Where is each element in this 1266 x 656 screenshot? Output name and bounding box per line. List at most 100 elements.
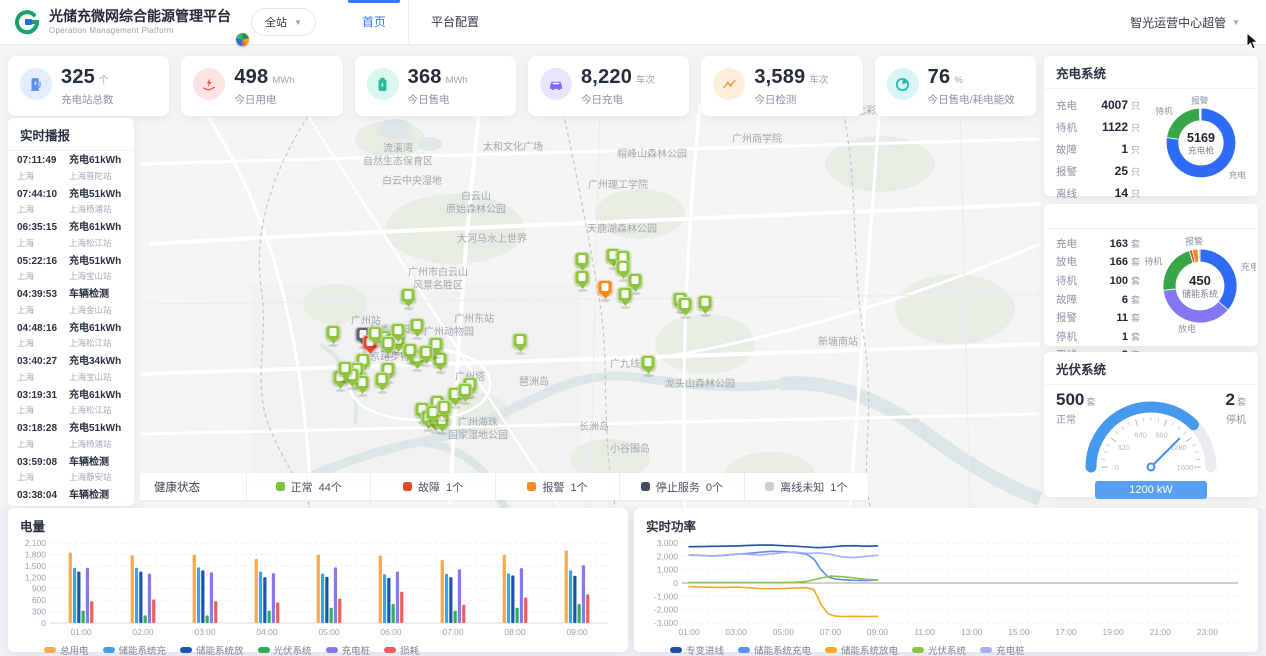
- event-city: 上海: [17, 304, 65, 316]
- legend-swatch-icon: [44, 647, 56, 653]
- station-marker[interactable]: [678, 297, 693, 312]
- kpi-value: 368: [408, 66, 442, 89]
- station-marker[interactable]: [641, 355, 656, 370]
- station-marker[interactable]: [419, 345, 434, 360]
- legend-title: 健康状态: [140, 479, 246, 495]
- kpi-label: 充电站总数: [61, 92, 114, 107]
- charging-pile-icon: [579, 255, 586, 263]
- kpi-label: 今日售电/耗电能效: [928, 92, 1015, 107]
- kpi-value: 325: [61, 66, 95, 89]
- legend-item[interactable]: 储能系统充电: [738, 643, 811, 656]
- panel-title: 电量: [8, 508, 628, 537]
- station-marker[interactable]: [381, 336, 396, 351]
- storage-status-list: 充电 163 套 放电 166 套 待机 100 套: [1044, 229, 1144, 364]
- station-marker[interactable]: [375, 372, 390, 387]
- main-nav: 首页 平台配置: [340, 0, 501, 44]
- svg-text:1,500: 1,500: [25, 561, 47, 571]
- legend-item[interactable]: 充电桩: [980, 643, 1025, 656]
- kpi-row: 325个 充电站总数 498MWh 今日用电 368MWh 今日售电: [8, 56, 1036, 116]
- user-menu[interactable]: 智光运营中心超管 ▼: [1130, 14, 1240, 31]
- svg-text:05:00: 05:00: [773, 627, 795, 637]
- storage-donut-chart: 充电放电待机报警450储能系统: [1144, 229, 1256, 341]
- kpi-card-sold: 368MWh 今日售电: [355, 56, 516, 116]
- site-selector[interactable]: 全站 ▼: [251, 8, 316, 36]
- event-city: 上海: [17, 404, 65, 416]
- charging-donut-chart: 充电待机报警5169充电枪: [1144, 89, 1258, 193]
- kpi-label: 今日售电: [408, 92, 468, 107]
- station-marker[interactable]: [403, 343, 418, 358]
- broadcast-item: 06:35:15 上海 充电61kWh 上海松江站: [8, 218, 134, 252]
- legend-swatch-icon: [825, 647, 837, 653]
- charging-system-panel: 充电系统 充电 4007 只 待机 1122 只: [1044, 56, 1258, 196]
- health-legend-item: 停止服务 0个: [619, 473, 743, 500]
- tab-platform-config[interactable]: 平台配置: [409, 0, 501, 44]
- charging-pile-icon: [579, 273, 586, 281]
- charging-pile-icon: [423, 348, 430, 356]
- tab-home[interactable]: 首页: [340, 0, 408, 44]
- legend-item[interactable]: 储能系统放电: [825, 643, 898, 656]
- status-dot-icon: [527, 482, 536, 491]
- legend-item[interactable]: 损耗: [384, 643, 419, 656]
- station-marker[interactable]: [575, 252, 590, 267]
- legend-swatch-icon: [670, 647, 682, 653]
- station-marker[interactable]: [410, 318, 425, 333]
- app-title-block: 光储充微网综合能源管理平台 Operation Management Platf…: [49, 9, 231, 35]
- pie-icon: [887, 68, 919, 100]
- station-marker[interactable]: [326, 325, 341, 340]
- energy-chart-panel: 电量 03006009001,2001,5001,8002,10001:0002…: [8, 508, 628, 652]
- station-marker[interactable]: [618, 287, 633, 302]
- event-station: 上海松江站: [69, 237, 125, 249]
- station-marker[interactable]: [575, 270, 590, 285]
- legend-item[interactable]: 专变进线: [670, 643, 724, 656]
- charging-pile-icon: [620, 263, 627, 271]
- legend-swatch-icon: [258, 647, 270, 653]
- app-title: 光储充微网综合能源管理平台: [49, 9, 231, 24]
- map-health-legend: 健康状态 正常 44个 故障 1个 报警 1个: [140, 473, 868, 500]
- kpi-card-stations: 325个 充电站总数: [8, 56, 169, 116]
- station-marker[interactable]: [698, 295, 713, 310]
- svg-text:报警: 报警: [1191, 94, 1209, 105]
- legend-item[interactable]: 总用电: [44, 643, 89, 656]
- station-marker[interactable]: [513, 333, 528, 348]
- svg-text:0: 0: [673, 578, 678, 588]
- broadcast-item: 03:38:04 上海 车辆检测 上海嘉定站: [8, 486, 134, 503]
- svg-text:3,000: 3,000: [657, 538, 679, 548]
- svg-text:09:00: 09:00: [566, 627, 588, 637]
- event-station: 上海金山站: [69, 304, 125, 316]
- station-marker[interactable]: [458, 383, 473, 398]
- charging-pile-icon: [330, 328, 337, 336]
- station-marker[interactable]: [401, 288, 416, 303]
- svg-text:1,200: 1,200: [25, 572, 47, 582]
- legend-item[interactable]: 储能系统充: [103, 643, 167, 656]
- kpi-unit: 车次: [809, 72, 828, 86]
- status-row: 放电 166 套: [1056, 253, 1144, 272]
- charging-pile-icon: [385, 339, 392, 347]
- event-type: 充电51kWh: [69, 189, 125, 202]
- legend-item[interactable]: 光伏系统: [258, 643, 312, 656]
- legend-item[interactable]: 光伏系统: [912, 643, 966, 656]
- station-marker[interactable]: [628, 273, 643, 288]
- charging-pile-icon: [517, 336, 524, 344]
- legend-swatch-icon: [326, 647, 338, 653]
- svg-text:15:00: 15:00: [1008, 627, 1030, 637]
- charging-pile-icon: [702, 298, 709, 306]
- pv-gauge-chart: 032064096012801600: [1066, 387, 1236, 484]
- status-dot-icon: [403, 482, 412, 491]
- kpi-unit: %: [954, 75, 962, 86]
- car-icon: [540, 68, 572, 100]
- svg-text:13:00: 13:00: [961, 627, 983, 637]
- svg-text:01:00: 01:00: [70, 627, 92, 637]
- station-marker[interactable]: [598, 280, 613, 295]
- legend-item[interactable]: 充电桩: [326, 643, 371, 656]
- svg-text:待机: 待机: [1144, 255, 1162, 266]
- svg-text:储能系统: 储能系统: [1182, 288, 1218, 299]
- legend-item[interactable]: 储能系统放: [180, 643, 244, 656]
- realtime-power-panel: 实时功率 3,0002,0001,0000-1,000-2,000-3,0000…: [634, 508, 1258, 652]
- charging-pile-icon: [441, 403, 448, 411]
- charging-pile-icon: [407, 346, 414, 354]
- legend-swatch-icon: [980, 647, 992, 653]
- station-marker[interactable]: [437, 400, 452, 415]
- broadcast-list[interactable]: 07:11:49 上海 充电61kWh 上海普陀站 07:44:10 上海: [8, 151, 134, 503]
- charging-status-list: 充电 4007 只 待机 1122 只 故障 1 只: [1044, 89, 1144, 204]
- station-marker[interactable]: [338, 361, 353, 376]
